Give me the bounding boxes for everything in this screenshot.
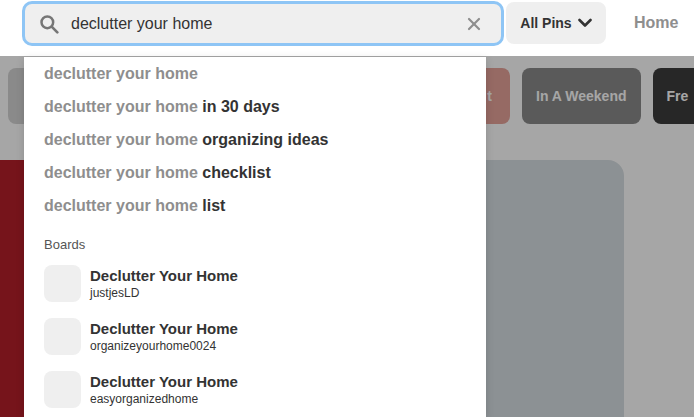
board-title: Declutter Your Home: [90, 266, 238, 285]
search-icon: [39, 14, 59, 34]
board-item[interactable]: Declutter Your Homeeasyorganizedhome: [24, 371, 486, 408]
header: declutter your home All Pins Home: [0, 0, 694, 56]
search-field[interactable]: declutter your home: [22, 1, 504, 46]
suggestion-item[interactable]: declutter your home in 30 days: [24, 90, 486, 123]
suggestion-item[interactable]: declutter your home organizing ideas: [24, 123, 486, 156]
nav-link[interactable]: Home: [634, 11, 678, 35]
board-owner: organizeyourhome0024: [90, 338, 238, 354]
board-owner: easyorganizedhome: [90, 391, 238, 407]
suggestion-item[interactable]: declutter your home checklist: [24, 156, 486, 189]
board-title: Declutter Your Home: [90, 372, 238, 391]
pinterest-page: declutter your homeAll PinsHometIn A Wee…: [0, 0, 694, 417]
board-item[interactable]: Declutter Your Homeorganizeyourhome0024: [24, 318, 486, 355]
board-item[interactable]: Declutter Your HomejustjesLD: [24, 265, 486, 302]
board-thumbnail: [44, 318, 81, 355]
search-query[interactable]: declutter your home: [71, 12, 467, 36]
suggestion-item[interactable]: declutter your home list: [24, 189, 486, 222]
board-title: Declutter Your Home: [90, 319, 238, 338]
scope-button[interactable]: All Pins: [506, 2, 606, 44]
board-thumbnail: [44, 265, 81, 302]
boards-heading: Boards: [24, 235, 486, 255]
chevron-down-icon: [578, 18, 592, 28]
search-suggestions-dropdown: declutter your homedeclutter your home i…: [24, 57, 486, 417]
suggestion-item[interactable]: declutter your home: [24, 57, 486, 90]
board-owner: justjesLD: [90, 285, 238, 301]
clear-icon[interactable]: [467, 17, 481, 31]
board-thumbnail: [44, 371, 81, 408]
